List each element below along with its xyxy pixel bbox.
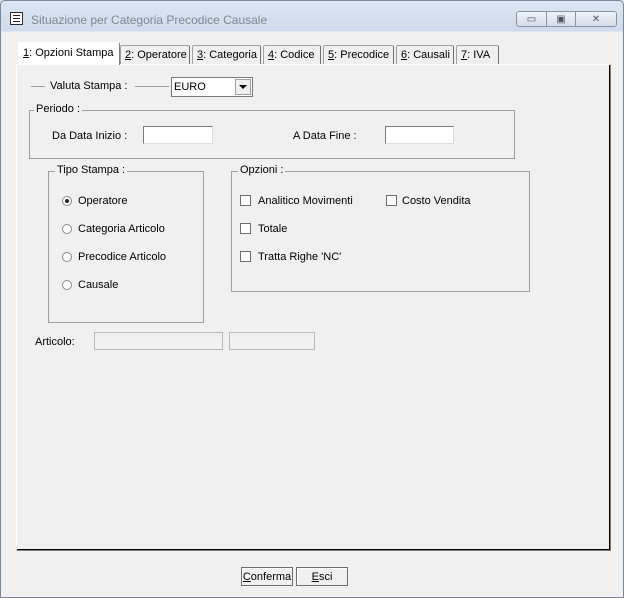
- tab-label: : Categoria: [203, 49, 257, 61]
- tab-label: : Operatore: [131, 49, 187, 61]
- divider: [135, 86, 169, 87]
- window: Situazione per Categoria Precodice Causa…: [0, 0, 624, 598]
- analitico-label[interactable]: Analitico Movimenti: [258, 195, 353, 207]
- tipo-stampa-legend: Tipo Stampa :: [55, 164, 128, 176]
- valuta-label: Valuta Stampa :: [50, 80, 128, 92]
- tab-opzioni-stampa[interactable]: 1: Opzioni Stampa: [18, 42, 120, 65]
- valuta-value: EURO: [174, 81, 206, 93]
- tab-codice[interactable]: 4: Codice: [263, 45, 321, 64]
- data-inizio-input[interactable]: [143, 126, 213, 144]
- tab-label: : Opzioni Stampa: [29, 47, 114, 59]
- divider: [31, 86, 45, 87]
- chevron-down-icon: [239, 84, 247, 89]
- radio-causale-label[interactable]: Causale: [78, 279, 118, 291]
- radio-categoria-articolo[interactable]: [62, 224, 72, 234]
- window-title: Situazione per Categoria Precodice Causa…: [31, 13, 268, 27]
- tab-label: : IVA: [467, 49, 491, 61]
- button-label: sci: [318, 571, 333, 583]
- close-icon: ✕: [591, 13, 601, 25]
- button-accel-key: C: [242, 571, 251, 583]
- data-fine-label: A Data Fine :: [293, 130, 357, 142]
- totale-label[interactable]: Totale: [258, 223, 287, 235]
- minimize-icon: ▭: [526, 13, 537, 25]
- data-inizio-label: Da Data Inizio :: [52, 130, 128, 142]
- maximize-button[interactable]: ▣: [546, 11, 576, 27]
- tab-label: : Causali: [407, 49, 450, 61]
- tab-iva[interactable]: 7: IVA: [456, 45, 499, 64]
- articolo-input-2: [229, 332, 315, 350]
- conferma-button[interactable]: Conferma: [241, 567, 293, 586]
- opzioni-legend: Opzioni :: [238, 164, 286, 176]
- radio-categoria-articolo-label[interactable]: Categoria Articolo: [78, 223, 165, 235]
- tab-operatore[interactable]: 2: Operatore: [120, 45, 190, 64]
- maximize-icon: ▣: [556, 13, 566, 25]
- dropdown-button[interactable]: [235, 79, 251, 95]
- tab-categoria[interactable]: 3: Categoria: [192, 45, 261, 64]
- tratta-righe-label[interactable]: Tratta Righe 'NC': [258, 251, 341, 263]
- client-area: 1: Opzioni Stampa 2: Operatore 3: Catego…: [8, 37, 616, 591]
- tab-causali[interactable]: 6: Causali: [396, 45, 454, 64]
- tipo-stampa-group: Tipo Stampa :: [48, 164, 204, 323]
- tab-label: : Codice: [274, 49, 315, 61]
- close-button[interactable]: ✕: [575, 11, 617, 27]
- radio-precodice-articolo-label[interactable]: Precodice Articolo: [78, 251, 166, 263]
- tab-label: : Precodice: [334, 49, 390, 61]
- data-fine-input[interactable]: [385, 126, 454, 144]
- tab-precodice[interactable]: 5: Precodice: [323, 45, 394, 64]
- minimize-button[interactable]: ▭: [516, 11, 547, 27]
- radio-operatore-label[interactable]: Operatore: [78, 195, 128, 207]
- tratta-righe-checkbox[interactable]: [240, 251, 251, 262]
- totale-checkbox[interactable]: [240, 223, 251, 234]
- costo-vendita-label[interactable]: Costo Vendita: [402, 195, 471, 207]
- button-label: onferma: [250, 571, 292, 583]
- button-accel-key: E: [311, 571, 319, 583]
- articolo-label: Articolo:: [35, 336, 75, 348]
- title-bar[interactable]: Situazione per Categoria Precodice Causa…: [1, 1, 623, 37]
- radio-precodice-articolo[interactable]: [62, 252, 72, 262]
- esci-button[interactable]: Esci: [296, 567, 348, 586]
- radio-operatore[interactable]: [62, 196, 72, 206]
- analitico-checkbox[interactable]: [240, 195, 251, 206]
- costo-vendita-checkbox[interactable]: [386, 195, 397, 206]
- radio-causale[interactable]: [62, 280, 72, 290]
- articolo-input-1: [94, 332, 223, 350]
- valuta-select[interactable]: EURO: [171, 77, 253, 97]
- periodo-legend: Periodo :: [34, 103, 83, 115]
- app-icon[interactable]: [10, 12, 23, 25]
